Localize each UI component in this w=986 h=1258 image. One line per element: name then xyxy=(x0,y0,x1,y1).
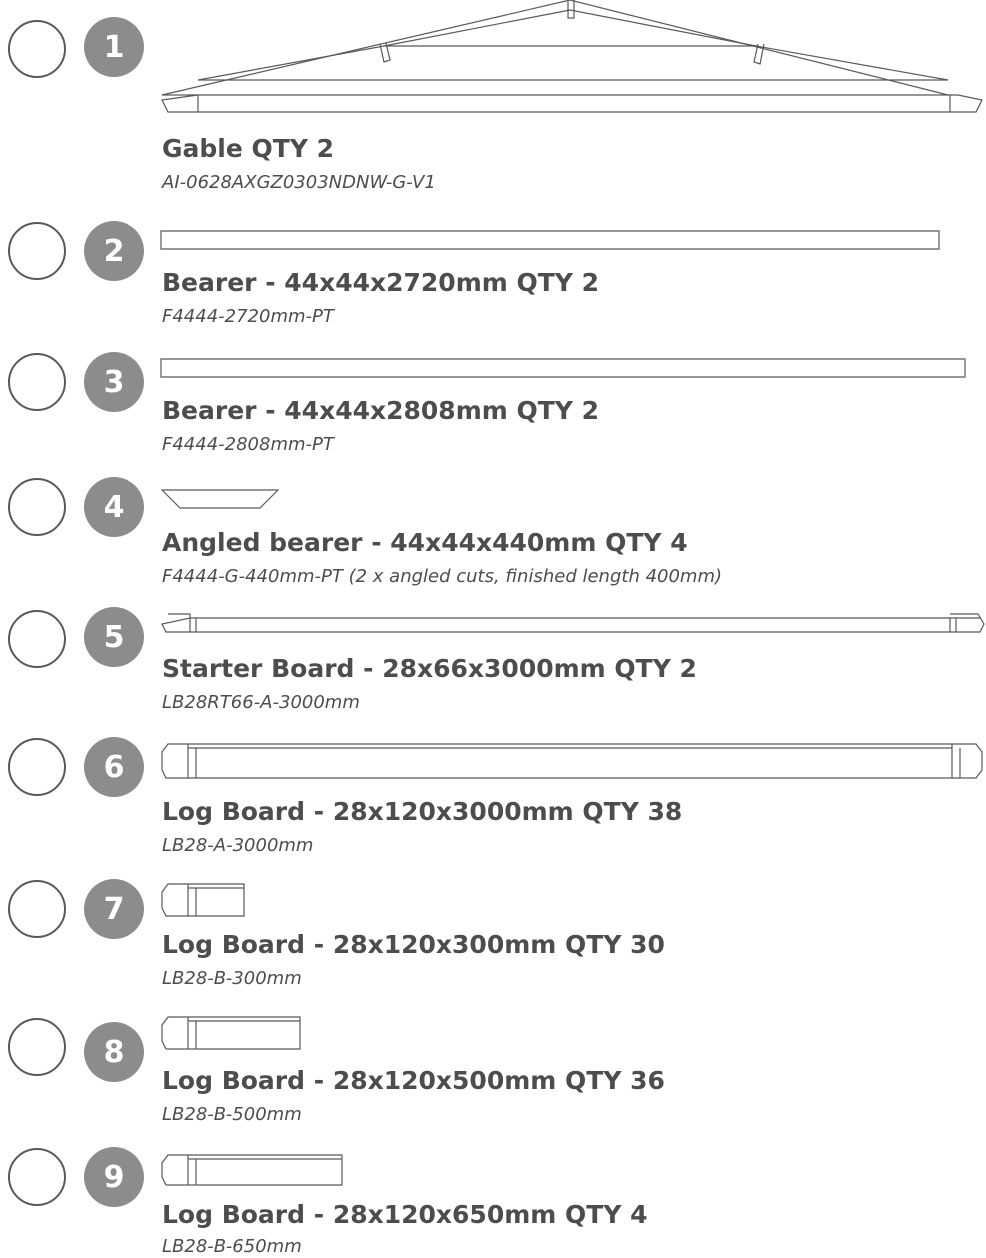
bearer-diagram xyxy=(160,230,940,250)
gable-diagram xyxy=(158,0,986,115)
item-number-badge: 9 xyxy=(84,1147,144,1207)
item-code: F4444-2720mm-PT xyxy=(162,306,334,327)
item-code: F4444-G-440mm-PT (2 x angled cuts, finis… xyxy=(162,566,723,587)
log-board-diagram xyxy=(160,1015,302,1053)
item-number-badge: 7 xyxy=(84,879,144,939)
item-title: Bearer - 44x44x2720mm QTY 2 xyxy=(162,268,599,297)
checkbox-circle[interactable] xyxy=(8,1148,66,1206)
item-title: Log Board - 28x120x650mm QTY 4 xyxy=(162,1200,648,1229)
item-number-badge: 5 xyxy=(84,607,144,667)
log-board-diagram xyxy=(160,1153,344,1189)
checkbox-circle[interactable] xyxy=(8,353,66,411)
starter-board-diagram xyxy=(160,612,986,634)
log-board-diagram xyxy=(160,742,986,782)
checkbox-circle[interactable] xyxy=(8,478,66,536)
item-code: LB28-A-3000mm xyxy=(162,835,314,856)
item-title: Gable QTY 2 xyxy=(162,134,335,163)
checkbox-circle[interactable] xyxy=(8,20,66,78)
item-title: Log Board - 28x120x500mm QTY 36 xyxy=(162,1066,665,1095)
item-title: Bearer - 44x44x2808mm QTY 2 xyxy=(162,396,599,425)
checkbox-circle[interactable] xyxy=(8,222,66,280)
item-title: Log Board - 28x120x3000mm QTY 38 xyxy=(162,797,683,826)
item-code: F4444-2808mm-PT xyxy=(162,434,334,455)
bearer-diagram xyxy=(160,358,966,378)
item-number-badge: 2 xyxy=(84,221,144,281)
checkbox-circle[interactable] xyxy=(8,610,66,668)
item-number-badge: 6 xyxy=(84,737,144,797)
item-number-badge: 4 xyxy=(84,477,144,537)
checkbox-circle[interactable] xyxy=(8,880,66,938)
item-code: LB28-B-300mm xyxy=(162,968,302,989)
item-title: Starter Board - 28x66x3000mm QTY 2 xyxy=(162,654,697,683)
checkbox-circle[interactable] xyxy=(8,738,66,796)
checkbox-circle[interactable] xyxy=(8,1018,66,1076)
item-number-badge: 3 xyxy=(84,352,144,412)
item-title: Log Board - 28x120x300mm QTY 30 xyxy=(162,930,665,959)
item-code: LB28-B-500mm xyxy=(162,1104,302,1125)
item-number-badge: 1 xyxy=(84,17,144,77)
item-code: LB28RT66-A-3000mm xyxy=(162,692,360,713)
item-number-badge: 8 xyxy=(84,1022,144,1082)
item-code: LB28-B-650mm xyxy=(162,1236,302,1257)
item-title: Angled bearer - 44x44x440mm QTY 4 xyxy=(162,528,688,557)
item-code: AI-0628AXGZ0303NDNW-G-V1 xyxy=(162,172,436,193)
angled-bearer-diagram xyxy=(160,488,280,510)
log-board-diagram xyxy=(160,882,246,920)
